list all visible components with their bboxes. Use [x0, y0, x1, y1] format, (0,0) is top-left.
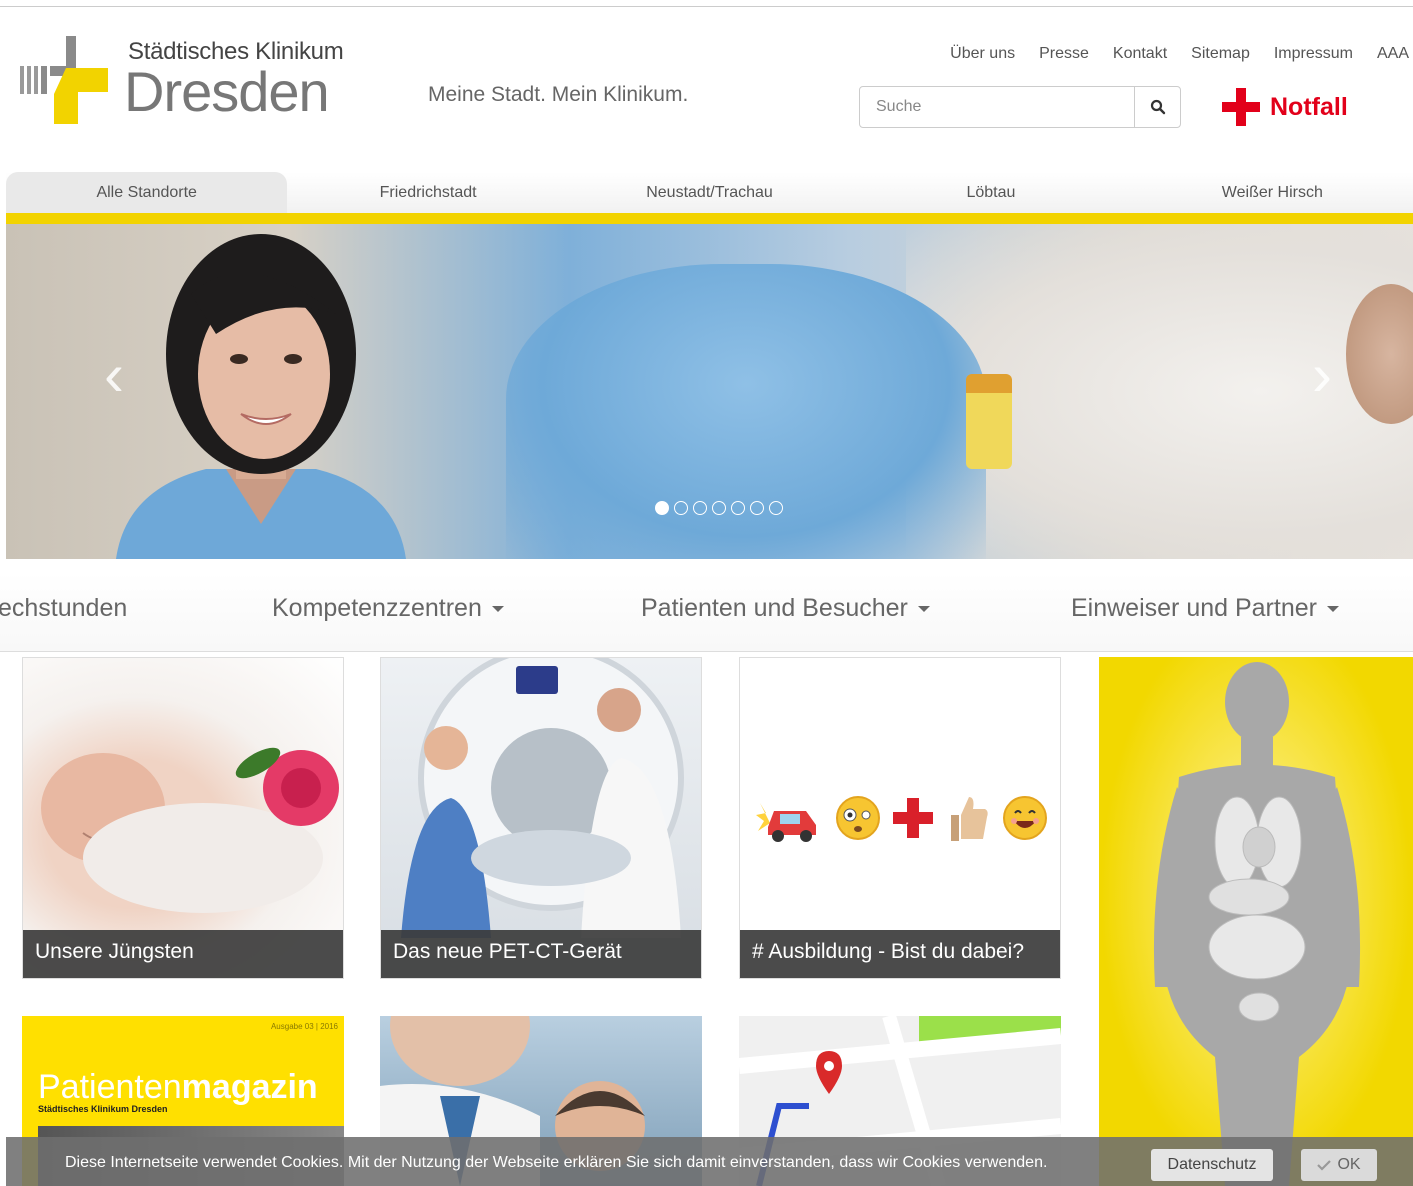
- smiling-face-icon: [1002, 796, 1047, 840]
- tab-loebtau[interactable]: Löbtau: [850, 172, 1131, 214]
- emoji-row: [740, 793, 1060, 843]
- tile-caption: # Ausbildung - Bist du dabei?: [740, 930, 1060, 978]
- location-tabs: Alle Standorte Friedrichstadt Neustadt/T…: [6, 172, 1413, 214]
- meta-nav: Über uns Presse Kontakt Sitemap Impressu…: [950, 45, 1409, 63]
- main-nav: echstunden Kompetenzzentren Patienten un…: [0, 572, 1413, 652]
- meta-link-about[interactable]: Über uns: [950, 45, 1015, 63]
- hero-nurse-portrait: [116, 234, 406, 559]
- meta-link-sitemap[interactable]: Sitemap: [1191, 45, 1250, 63]
- magazine-title-bold: magazin: [181, 1068, 318, 1106]
- chevron-down-icon: [491, 606, 504, 613]
- slider-dot[interactable]: [674, 501, 688, 515]
- search-input[interactable]: [860, 87, 1134, 127]
- tab-weisser-hirsch[interactable]: Weißer Hirsch: [1132, 172, 1413, 214]
- slider-dot[interactable]: [693, 501, 707, 515]
- red-cross-icon: [1222, 88, 1260, 126]
- check-icon: [1317, 1160, 1332, 1171]
- slider-next-arrow[interactable]: ›: [1312, 345, 1332, 405]
- privacy-button[interactable]: Datenschutz: [1151, 1149, 1273, 1181]
- tile-caption: Unsere Jüngsten: [23, 930, 343, 978]
- main-nav-item-sprechstunden[interactable]: echstunden: [0, 594, 127, 623]
- slider-dot[interactable]: [731, 501, 745, 515]
- main-nav-item-patienten[interactable]: Patienten und Besucher: [641, 594, 930, 623]
- meta-link-imprint[interactable]: Impressum: [1274, 45, 1353, 63]
- search-box: [859, 86, 1181, 128]
- magazine-subtitle: Städtisches Klinikum Dresden: [38, 1104, 168, 1114]
- main-nav-item-kompetenzzentren[interactable]: Kompetenzzentren: [272, 594, 504, 623]
- red-cross-icon: [892, 798, 933, 838]
- slider-dot[interactable]: [750, 501, 764, 515]
- tile-training[interactable]: # Ausbildung - Bist du dabei?: [739, 657, 1061, 979]
- slider-dot[interactable]: [712, 501, 726, 515]
- human-body-illustration: [1153, 662, 1361, 1186]
- newborn-photo: [41, 747, 339, 913]
- tile-body-map[interactable]: [1099, 657, 1413, 1186]
- thumbs-up-icon: [951, 797, 989, 841]
- main-nav-label: Einweiser und Partner: [1071, 594, 1317, 622]
- main-nav-label: echstunden: [0, 594, 128, 622]
- top-divider: [0, 6, 1413, 7]
- cookie-text: Diese Internetseite verwendet Cookies. M…: [65, 1154, 1048, 1171]
- logo-line2: Dresden: [124, 60, 330, 123]
- magazine-title: Patientenmagazin: [38, 1068, 318, 1107]
- slider-dot[interactable]: [769, 501, 783, 515]
- magazine-title-light: Patienten: [38, 1068, 182, 1106]
- cookie-ok-label: OK: [1337, 1156, 1361, 1173]
- main-nav-item-einweiser[interactable]: Einweiser und Partner: [1071, 594, 1339, 623]
- pet-ct-photo: [401, 658, 684, 938]
- tab-all-locations[interactable]: Alle Standorte: [6, 172, 288, 214]
- logo[interactable]: Städtisches Klinikum Dresden: [20, 36, 350, 128]
- tile-caption: Das neue PET-CT-Gerät: [381, 930, 701, 978]
- search-icon: [1150, 99, 1165, 115]
- slider-prev-arrow[interactable]: ‹: [104, 345, 124, 405]
- tile-newborns[interactable]: Unsere Jüngsten: [22, 657, 344, 979]
- hero-bottle: [966, 374, 1012, 469]
- chevron-down-icon: [917, 606, 930, 613]
- dizzy-face-icon: [835, 796, 880, 840]
- slider-dots: [655, 501, 783, 515]
- magazine-issue: Ausgabe 03 | 2016: [270, 1022, 338, 1031]
- meta-link-press[interactable]: Presse: [1039, 45, 1089, 63]
- tab-neustadt-trachau[interactable]: Neustadt/Trachau: [569, 172, 850, 214]
- logo-mark: [20, 36, 108, 124]
- emergency-label: Notfall: [1270, 92, 1348, 121]
- emergency-link[interactable]: Notfall: [1222, 88, 1348, 126]
- search-button[interactable]: [1134, 87, 1180, 127]
- font-size-toggle[interactable]: AAA: [1377, 45, 1409, 63]
- tile-pet-ct[interactable]: Das neue PET-CT-Gerät: [380, 657, 702, 979]
- meta-link-contact[interactable]: Kontakt: [1113, 45, 1167, 63]
- tab-friedrichstadt[interactable]: Friedrichstadt: [287, 172, 568, 214]
- slogan: Meine Stadt. Mein Klinikum.: [428, 83, 689, 106]
- slider-dot[interactable]: [655, 501, 669, 515]
- main-nav-label: Patienten und Besucher: [641, 594, 908, 622]
- car-crash-icon: [756, 803, 817, 842]
- main-nav-label: Kompetenzzentren: [272, 594, 482, 622]
- cookie-banner: Diese Internetseite verwendet Cookies. M…: [6, 1137, 1413, 1186]
- cookie-ok-button[interactable]: OK: [1301, 1149, 1377, 1181]
- chevron-down-icon: [1326, 606, 1339, 613]
- tab-accent-bar: [6, 213, 1413, 224]
